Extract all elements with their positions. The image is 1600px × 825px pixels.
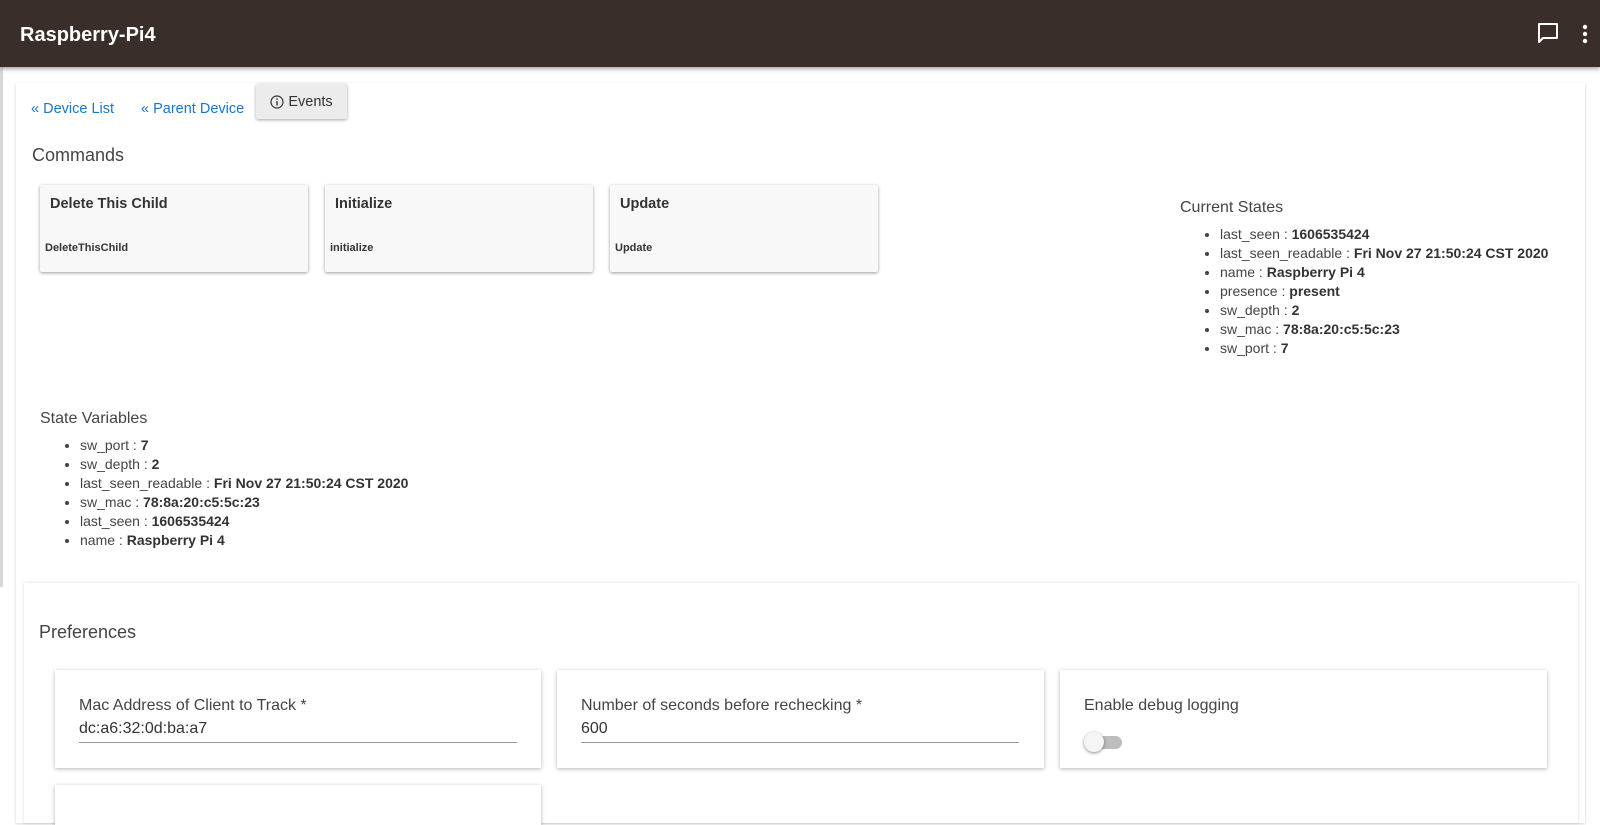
debug-logging-label: Enable debug logging <box>1084 697 1239 714</box>
state-variable-item: sw_mac : 78:8a:20:c5:5c:23 <box>80 493 540 512</box>
events-button[interactable]: Events <box>256 84 347 119</box>
current-state-item: sw_port : 7 <box>1220 339 1560 358</box>
debug-logging-toggle[interactable] <box>1084 730 1122 752</box>
info-circle-icon <box>270 94 284 109</box>
command-method-name: Update <box>615 242 653 254</box>
recheck-seconds-card: Number of seconds before rechecking * <box>557 670 1044 768</box>
current-state-item: last_seen : 1606535424 <box>1220 225 1560 244</box>
state-variable-item: name : Raspberry Pi 4 <box>80 531 540 550</box>
command-method-name: DeleteThisChild <box>45 242 129 254</box>
app-header: Raspberry-Pi4 <box>0 0 1600 67</box>
left-gutter <box>0 67 3 587</box>
parent-device-link[interactable]: « Parent Device <box>141 101 244 117</box>
chat-bubble-icon[interactable] <box>1536 21 1560 45</box>
current-state-item: sw_depth : 2 <box>1220 301 1560 320</box>
mac-address-input[interactable] <box>79 716 517 743</box>
device-list-link[interactable]: « Device List <box>31 101 114 117</box>
current-states-title: Current States <box>1180 199 1284 216</box>
current-states-list: last_seen : 1606535424 last_seen_readabl… <box>1180 225 1560 358</box>
mac-address-label: Mac Address of Client to Track * <box>79 697 307 714</box>
current-state-item: sw_mac : 78:8a:20:c5:5c:23 <box>1220 320 1560 339</box>
current-state-item: last_seen_readable : Fri Nov 27 21:50:24… <box>1220 244 1560 263</box>
state-variable-item: sw_port : 7 <box>80 436 540 455</box>
more-vert-icon[interactable] <box>1577 22 1593 46</box>
command-card-update[interactable]: Update Update <box>610 185 878 272</box>
device-title: Raspberry-Pi4 <box>20 24 156 46</box>
events-label: Events <box>288 93 333 110</box>
debug-logging-card: Enable debug logging <box>1060 670 1547 768</box>
preferences-title: Preferences <box>39 622 137 642</box>
mac-address-card: Mac Address of Client to Track * <box>55 670 541 768</box>
state-variable-item: last_seen : 1606535424 <box>80 512 540 531</box>
toggle-thumb <box>1084 732 1104 752</box>
preference-card-partial <box>55 785 541 825</box>
command-card-initialize[interactable]: Initialize initialize <box>325 185 593 272</box>
recheck-seconds-input[interactable] <box>581 716 1019 743</box>
command-label: Update <box>620 196 670 212</box>
state-variables-title: State Variables <box>40 410 148 427</box>
command-method-name: initialize <box>330 242 374 254</box>
state-variables-list: sw_port : 7 sw_depth : 2 last_seen_reada… <box>40 436 540 550</box>
command-label: Initialize <box>335 196 393 212</box>
recheck-seconds-label: Number of seconds before rechecking * <box>581 697 863 714</box>
current-state-item: name : Raspberry Pi 4 <box>1220 263 1560 282</box>
command-card-delete-this-child[interactable]: Delete This Child DeleteThisChild <box>40 185 308 272</box>
state-variable-item: last_seen_readable : Fri Nov 27 21:50:24… <box>80 474 540 493</box>
command-label: Delete This Child <box>50 196 168 212</box>
current-state-item: presence : present <box>1220 282 1560 301</box>
state-variable-item: sw_depth : 2 <box>80 455 540 474</box>
commands-title: Commands <box>32 145 125 165</box>
